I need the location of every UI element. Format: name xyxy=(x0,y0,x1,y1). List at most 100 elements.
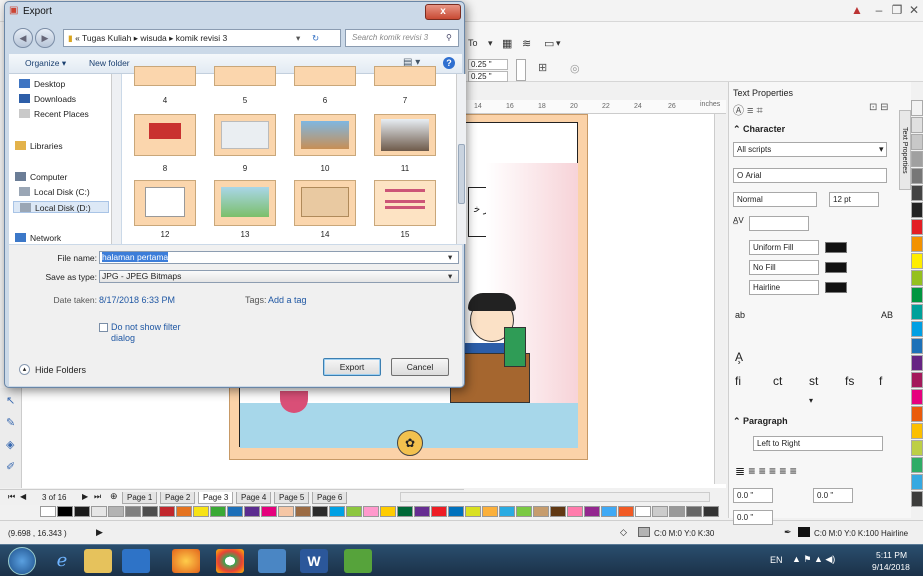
language-indicator[interactable]: EN xyxy=(770,555,783,565)
palette-swatch[interactable] xyxy=(635,506,651,517)
indent-left-input[interactable]: 0.0 " xyxy=(733,488,773,503)
palette-swatch[interactable] xyxy=(482,506,498,517)
spinner-icon[interactable] xyxy=(516,59,526,81)
nav-item-disk-d[interactable]: Local Disk (D:) xyxy=(13,201,109,213)
search-input[interactable]: Search komik revisi 3 ⚲ xyxy=(345,29,459,47)
thumbnail-15[interactable] xyxy=(374,180,436,226)
ligature-f-button[interactable]: f xyxy=(879,374,882,388)
ligature-st-button[interactable]: st xyxy=(809,374,818,388)
file-grid-scrollbar[interactable] xyxy=(456,74,466,244)
save-type-select[interactable]: JPG - JPEG Bitmaps ▾ xyxy=(99,270,459,283)
palette-swatch[interactable] xyxy=(584,506,600,517)
outline-swatch[interactable] xyxy=(798,527,810,537)
palette-swatch[interactable] xyxy=(261,506,277,517)
palette-swatch[interactable] xyxy=(550,506,566,517)
ie-icon[interactable]: e xyxy=(48,549,76,573)
nav-item-desktop[interactable]: Desktop xyxy=(19,78,65,90)
word-icon[interactable]: W xyxy=(300,549,328,573)
options-icon[interactable]: ▭ xyxy=(544,37,554,50)
palette-swatch[interactable] xyxy=(911,100,923,116)
prev-page-icon[interactable]: ◀ xyxy=(20,492,26,501)
palette-swatch[interactable] xyxy=(465,506,481,517)
outline-select[interactable]: Hairline xyxy=(749,280,819,295)
scroll-thumb[interactable] xyxy=(458,144,465,204)
palette-swatch[interactable] xyxy=(159,506,175,517)
palette-swatch[interactable] xyxy=(227,506,243,517)
indent-right-input[interactable]: 0.0 " xyxy=(813,488,853,503)
palette-swatch[interactable] xyxy=(244,506,260,517)
palette-swatch[interactable] xyxy=(911,457,923,473)
palette-swatch[interactable] xyxy=(911,168,923,184)
grid-icon[interactable]: ▦ xyxy=(502,37,512,50)
palette-swatch[interactable] xyxy=(295,506,311,517)
fill-tool-icon[interactable]: ◈ xyxy=(6,438,14,451)
horizontal-scrollbar[interactable] xyxy=(400,492,710,502)
nav-item-downloads[interactable]: Downloads xyxy=(19,93,76,105)
tags-input[interactable]: Add a tag xyxy=(268,295,307,305)
palette-swatch[interactable] xyxy=(911,440,923,456)
size-select[interactable]: 12 pt xyxy=(829,192,879,207)
chevron-down-icon[interactable]: ▾ xyxy=(879,144,884,155)
page-tab-1[interactable]: Page 1 xyxy=(122,492,158,504)
palette-swatch[interactable] xyxy=(567,506,583,517)
eyedropper-icon[interactable]: ✐ xyxy=(6,460,15,473)
coreldraw-icon[interactable] xyxy=(344,549,372,573)
add-page-icon[interactable]: ⊕ xyxy=(110,491,118,502)
palette-swatch[interactable] xyxy=(911,304,923,320)
minimize-icon[interactable]: – xyxy=(872,3,886,17)
palette-swatch[interactable] xyxy=(911,355,923,371)
kerning-input[interactable] xyxy=(749,216,809,231)
style-select[interactable]: Normal xyxy=(733,192,817,207)
export-button[interactable]: Export xyxy=(323,358,381,376)
last-page-icon[interactable]: ⏭ xyxy=(94,492,101,502)
thumbnail-4[interactable] xyxy=(134,66,196,86)
date-taken-value[interactable]: 8/17/2018 6:33 PM xyxy=(99,295,175,305)
palette-swatch[interactable] xyxy=(601,506,617,517)
chevron-down-icon[interactable]: ▾ xyxy=(809,396,813,405)
palette-swatch[interactable] xyxy=(414,506,430,517)
snap-icon[interactable]: ⊞ xyxy=(538,61,547,74)
palette-swatch[interactable] xyxy=(142,506,158,517)
help-icon[interactable]: ? xyxy=(443,57,455,69)
collapse-icon[interactable]: ▴ xyxy=(19,364,30,375)
palette-swatch[interactable] xyxy=(312,506,328,517)
next-page-icon[interactable]: ▶ xyxy=(82,492,88,501)
palette-swatch[interactable] xyxy=(74,506,90,517)
chevron-down-icon[interactable]: ▾ xyxy=(296,30,300,46)
outline-color-swatch[interactable] xyxy=(825,282,847,293)
chevron-down-icon[interactable]: ▾ xyxy=(556,38,561,49)
page-tab-2[interactable]: Page 2 xyxy=(160,492,196,504)
chevron-down-icon[interactable]: ▾ xyxy=(488,38,493,49)
clock-date[interactable]: 9/14/2018 xyxy=(872,562,910,572)
palette-swatch[interactable] xyxy=(911,474,923,490)
palette-swatch[interactable] xyxy=(516,506,532,517)
docker-options-icon[interactable]: ⊡ ⊟ xyxy=(869,102,889,113)
palette-swatch[interactable] xyxy=(380,506,396,517)
first-page-icon[interactable]: ⏮ xyxy=(8,492,15,502)
fill-color-swatch[interactable] xyxy=(825,242,847,253)
thumbnail-8[interactable] xyxy=(134,114,196,156)
palette-swatch[interactable] xyxy=(911,406,923,422)
palette-swatch[interactable] xyxy=(448,506,464,517)
palette-swatch[interactable] xyxy=(108,506,124,517)
firefox-icon[interactable] xyxy=(172,549,200,573)
pick-tool-icon[interactable]: ↖ xyxy=(6,394,15,407)
page-tab-4[interactable]: Page 4 xyxy=(236,492,272,504)
nudge-y-input[interactable]: 0.25 " xyxy=(468,71,508,82)
palette-swatch[interactable] xyxy=(703,506,719,517)
character-panel-icon[interactable]: Ⓐ ≡ ⌗ xyxy=(733,102,763,118)
palette-swatch[interactable] xyxy=(652,506,668,517)
page-tab-5[interactable]: Page 5 xyxy=(274,492,310,504)
nav-item-network[interactable]: Network xyxy=(15,232,61,244)
cancel-button[interactable]: Cancel xyxy=(391,358,449,376)
play-icon[interactable]: ▶ xyxy=(96,527,103,538)
ligature-fs-button[interactable]: fs xyxy=(845,374,854,388)
palette-swatch[interactable] xyxy=(911,253,923,269)
background-fill-select[interactable]: No Fill xyxy=(749,260,819,275)
palette-swatch[interactable] xyxy=(686,506,702,517)
palette-swatch[interactable] xyxy=(911,287,923,303)
breadcrumb-item-komik[interactable]: komik revisi 3 xyxy=(176,33,227,43)
hide-folders-button[interactable]: Hide Folders xyxy=(35,365,86,375)
palette-swatch[interactable] xyxy=(176,506,192,517)
thumbnail-13[interactable] xyxy=(214,180,276,226)
